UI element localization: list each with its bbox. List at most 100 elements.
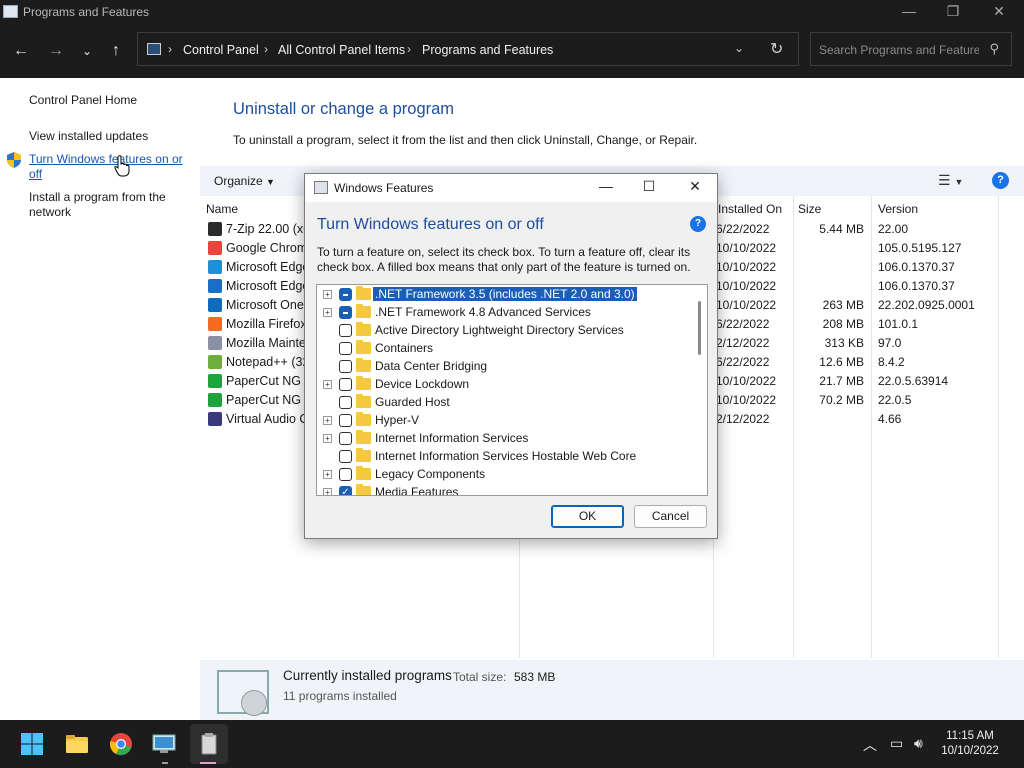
search-icon[interactable]: ⚲ [989,41,999,57]
feature-label[interactable]: Media Features [373,485,460,495]
feature-checkbox[interactable] [339,450,352,463]
feature-item[interactable]: + Legacy Components [317,466,695,484]
page-title: Uninstall or change a program [233,100,455,118]
feature-checkbox[interactable] [339,288,352,301]
feature-label[interactable]: Containers [373,341,435,355]
feature-item[interactable]: + .NET Framework 3.5 (includes .NET 2.0 a… [317,286,695,304]
control-panel-taskbar-icon[interactable] [152,732,176,756]
feature-item[interactable]: Guarded Host [317,394,695,412]
maximize-icon[interactable]: ❐ [930,0,976,24]
expand-icon[interactable]: + [323,416,332,425]
organize-label: Organize [214,174,263,188]
feature-checkbox[interactable] [339,414,352,427]
file-explorer-icon[interactable] [65,732,89,756]
turn-windows-features-link[interactable]: Turn Windows features on or off [29,152,189,182]
program-name: Notepad++ (32-bit) [226,355,306,369]
column-header-name[interactable]: Name [206,202,238,216]
view-options-button[interactable]: ☰ ▼ [938,172,963,189]
forward-arrow-icon[interactable]: → [43,38,69,64]
expand-icon[interactable]: + [323,488,332,495]
feature-label[interactable]: Data Center Bridging [373,359,489,373]
running-indicator [162,762,168,764]
system-clock[interactable]: 11:15 AM 10/10/2022 [930,729,1010,759]
feature-checkbox[interactable] [339,360,352,373]
search-box[interactable]: Search Programs and Features ⚲ [810,32,1012,66]
breadcrumb-programs-features[interactable]: Programs and Features [422,43,553,57]
windows-start-icon[interactable] [20,732,44,756]
maximize-icon[interactable]: ☐ [634,178,664,195]
expand-icon[interactable]: + [323,308,332,317]
feature-item[interactable]: Data Center Bridging [317,358,695,376]
program-installed-on: 10/10/2022 [716,279,777,293]
feature-checkbox[interactable] [339,342,352,355]
expand-icon[interactable]: + [323,434,332,443]
feature-checkbox[interactable] [339,306,352,319]
feature-label[interactable]: Legacy Components [373,467,487,481]
feature-item[interactable]: Active Directory Lightweight Directory S… [317,322,695,340]
feature-item[interactable]: + Device Lockdown [317,376,695,394]
feature-item[interactable]: + .NET Framework 4.8 Advanced Services [317,304,695,322]
program-count: 11 programs installed [283,689,397,703]
feature-item[interactable]: + Internet Information Services [317,430,695,448]
tree-scrollbar-thumb[interactable] [698,301,701,355]
folder-icon [356,466,371,480]
column-header-installed-on[interactable]: Installed On [718,202,782,216]
breadcrumb-control-panel[interactable]: Control Panel [183,43,259,57]
network-icon[interactable]: ▭ [890,735,903,752]
feature-checkbox[interactable] [339,432,352,445]
feature-checkbox[interactable] [339,396,352,409]
program-name: Microsoft Edge [226,260,306,274]
feature-checkbox[interactable] [339,324,352,337]
install-from-network-link[interactable]: Install a program from the network [29,190,189,220]
recent-locations-chevron-icon[interactable]: ⌄ [74,38,100,64]
minimize-icon[interactable]: — [886,0,932,24]
programs-features-taskbar-icon[interactable] [197,732,221,756]
program-size: 313 KB [824,336,864,350]
feature-label[interactable]: Active Directory Lightweight Directory S… [373,323,626,337]
close-icon[interactable]: ✕ [976,0,1022,24]
search-input[interactable]: Search Programs and Features [819,43,979,57]
feature-item[interactable]: Containers [317,340,695,358]
breadcrumb-all-items[interactable]: All Control Panel Items [278,43,405,57]
control-panel-home-link[interactable]: Control Panel Home [29,93,189,108]
close-icon[interactable]: ✕ [680,178,710,195]
hand-cursor-icon [114,155,130,177]
feature-checkbox[interactable] [339,468,352,481]
address-dropdown-icon[interactable]: ⌄ [734,41,744,55]
view-installed-updates-link[interactable]: View installed updates [29,129,189,144]
feature-label[interactable]: .NET Framework 4.8 Advanced Services [373,305,593,319]
expand-icon[interactable]: + [323,470,332,479]
feature-item[interactable]: Internet Information Services Hostable W… [317,448,695,466]
minimize-icon[interactable]: — [591,178,621,194]
feature-label[interactable]: Device Lockdown [373,377,471,391]
status-label: Currently installed programs [283,668,452,683]
feature-label[interactable]: .NET Framework 3.5 (includes .NET 2.0 an… [373,287,637,301]
help-icon[interactable]: ? [992,172,1009,189]
cancel-button[interactable]: Cancel [634,505,707,528]
feature-label[interactable]: Guarded Host [373,395,452,409]
feature-label[interactable]: Hyper-V [373,413,421,427]
column-header-size[interactable]: Size [798,202,821,216]
chrome-icon[interactable] [109,732,133,756]
feature-label[interactable]: Internet Information Services [373,431,530,445]
feature-checkbox[interactable] [339,378,352,391]
active-indicator [200,762,216,764]
ok-button[interactable]: OK [551,505,624,528]
back-arrow-icon[interactable]: ← [8,38,34,64]
show-hidden-icons-chevron-icon[interactable]: ︿ [863,735,877,755]
column-header-version[interactable]: Version [878,202,918,216]
organize-button[interactable]: Organize ▼ [214,174,275,188]
expand-icon[interactable]: + [323,290,332,299]
total-size-label: Total size: [453,670,507,684]
expand-icon[interactable]: + [323,380,332,389]
program-version: 22.202.0925.0001 [878,298,975,312]
feature-checkbox[interactable]: ✓ [339,486,352,495]
feature-item[interactable]: + Hyper-V [317,412,695,430]
address-field[interactable]: › Control Panel › All Control Panel Item… [137,32,799,66]
help-icon[interactable]: ? [690,216,706,232]
feature-label[interactable]: Internet Information Services Hostable W… [373,449,638,463]
feature-item[interactable]: + ✓ Media Features [317,484,695,495]
up-arrow-icon[interactable]: ↑ [103,38,129,64]
refresh-icon[interactable]: ↻ [770,39,783,59]
volume-icon[interactable]: 🔊︎ [914,735,923,752]
